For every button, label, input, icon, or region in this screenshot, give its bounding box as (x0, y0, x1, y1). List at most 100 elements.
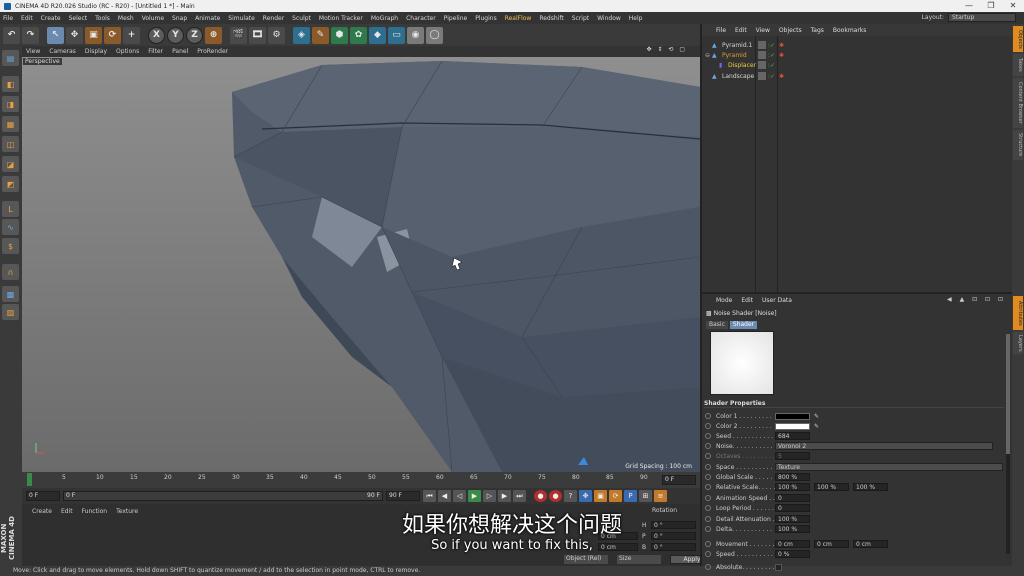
next-frame-icon[interactable]: ▷ (483, 490, 496, 502)
key-param-icon[interactable]: P (624, 490, 637, 502)
om-menu-view[interactable]: View (756, 27, 770, 34)
menu-realflow[interactable]: RealFlow (505, 15, 532, 22)
go-to-end-icon[interactable]: ⏭ (513, 490, 526, 502)
render-picture-viewer-icon[interactable]: 🎞 (249, 26, 266, 44)
visibility-icon[interactable]: :✓ (768, 62, 775, 69)
menu-snap[interactable]: Snap (172, 15, 187, 22)
lock-workplane-icon[interactable]: ▩ (2, 286, 19, 302)
om-menu-objects[interactable]: Objects (779, 27, 802, 34)
light-icon[interactable]: ◯ (426, 26, 443, 44)
menu-edit[interactable]: Edit (21, 15, 33, 22)
menu-mograph[interactable]: MoGraph (371, 15, 398, 22)
undo-icon[interactable]: ↶ (3, 26, 20, 44)
menu-window[interactable]: Window (597, 15, 621, 22)
autokey-icon[interactable]: ● (549, 490, 562, 502)
detail-attenuation-field[interactable]: 100 % (775, 515, 810, 523)
tab-objects[interactable]: Objects (1013, 26, 1023, 52)
prev-key-icon[interactable]: ◀ (438, 490, 451, 502)
pen-icon[interactable]: ✎ (312, 26, 329, 44)
om-menu-edit[interactable]: Edit (735, 27, 747, 34)
speed-field[interactable]: 0 % (775, 550, 810, 558)
deformer-icon[interactable]: ◆ (369, 26, 386, 44)
visibility-icon[interactable]: :✓ (768, 42, 775, 49)
om-menu-tags[interactable]: Tags (811, 27, 824, 34)
magnet-icon[interactable]: ∩ (2, 264, 19, 280)
attribute-nav-icons[interactable]: ◀ ▲ ⊡ ⊡ ⊡ (947, 296, 1006, 303)
tab-structure[interactable]: Structure (1013, 130, 1023, 160)
preview-range-slider[interactable]: 0 F 90 F (63, 491, 383, 501)
space-select[interactable]: Texture (775, 463, 1003, 471)
color2-swatch[interactable] (775, 422, 810, 430)
expand-icon[interactable]: ⊖ (705, 52, 710, 59)
x-axis-icon[interactable]: X (148, 26, 165, 44)
3d-viewport[interactable]: Perspective Grid Spacing : 100 cm (22, 57, 700, 472)
menu-volume[interactable]: Volume (142, 15, 164, 22)
object-row-landscape[interactable]: ▲ Landscape :✓ ✱ (702, 71, 1014, 81)
playhead[interactable] (27, 473, 32, 486)
timeline-ruler[interactable]: 0 5 10 15 20 25 30 35 40 45 50 55 60 65 … (22, 472, 700, 488)
color-picker-icon[interactable]: ✎ (814, 423, 819, 430)
relative-scale-x-field[interactable]: 100 % (775, 483, 810, 491)
rotate-icon[interactable]: ⟳ (104, 26, 121, 44)
layout-select[interactable]: Startup (948, 13, 1016, 22)
attr-menu-user-data[interactable]: User Data (762, 297, 792, 304)
viewport-menu-options[interactable]: Options (116, 48, 139, 55)
size-mode-select[interactable]: Size (617, 555, 661, 564)
menu-pipeline[interactable]: Pipeline (444, 15, 467, 22)
movement-z-field[interactable]: 0 cm (853, 540, 888, 548)
menu-motion-tracker[interactable]: Motion Tracker (319, 15, 363, 22)
om-menu-bookmarks[interactable]: Bookmarks (833, 27, 867, 34)
tab-content-browser[interactable]: Content Browser (1013, 78, 1023, 128)
prev-frame-icon[interactable]: ◁ (453, 490, 466, 502)
menu-redshift[interactable]: Redshift (539, 15, 563, 22)
workplane-icon[interactable]: ▦ (2, 116, 19, 132)
viewport-menu-display[interactable]: Display (85, 48, 107, 55)
menu-help[interactable]: Help (629, 15, 643, 22)
current-frame-field[interactable]: 0 F (662, 475, 696, 485)
floor-icon[interactable]: ▭ (388, 26, 405, 44)
octaves-field[interactable]: 5 (775, 452, 810, 460)
next-key-icon[interactable]: ▶ (498, 490, 511, 502)
menu-select[interactable]: Select (69, 15, 88, 22)
record-icon[interactable]: ● (534, 490, 547, 502)
global-scale-field[interactable]: 800 % (775, 473, 810, 481)
color-picker-icon[interactable]: ✎ (814, 413, 819, 420)
max-frame-field[interactable]: 90 F (386, 491, 420, 501)
object-row-pyramid1[interactable]: ▲ Pyramid.1 :✓ ✱ (702, 40, 1014, 50)
menu-mesh[interactable]: Mesh (118, 15, 134, 22)
maximize-button[interactable]: ❐ (980, 0, 1002, 12)
timeline-menu-icon[interactable]: ≡ (654, 490, 667, 502)
menu-plugins[interactable]: Plugins (475, 15, 497, 22)
seed-field[interactable]: 684 (775, 432, 810, 440)
key-scale-icon[interactable]: ▣ (594, 490, 607, 502)
visibility-icon[interactable]: :✓ (768, 73, 775, 80)
visibility-icon[interactable]: :✓ (768, 52, 775, 59)
menu-sculpt[interactable]: Sculpt (292, 15, 311, 22)
model-mode-icon[interactable]: ◧ (2, 76, 19, 92)
render-view-icon[interactable]: 🎬 (230, 26, 247, 44)
coordinate-system-icon[interactable]: ⊕ (205, 26, 222, 44)
planar-workplane-icon[interactable]: ▨ (2, 304, 19, 320)
menu-tools[interactable]: Tools (95, 15, 110, 22)
movement-x-field[interactable]: 0 cm (775, 540, 810, 548)
loop-period-field[interactable]: 0 (775, 504, 810, 512)
coordinate-mode-select[interactable]: Object (Rel) (564, 555, 608, 564)
menu-simulate[interactable]: Simulate (228, 15, 255, 22)
points-mode-icon[interactable]: ◫ (2, 136, 19, 152)
viewport-menu-panel[interactable]: Panel (172, 48, 188, 55)
viewport-menu-view[interactable]: View (26, 48, 40, 55)
camera-icon[interactable]: ◉ (407, 26, 424, 44)
texture-mode-icon[interactable]: ◨ (2, 96, 19, 112)
tab-basic[interactable]: Basic (706, 321, 728, 329)
snap-icon[interactable]: $ (2, 238, 19, 254)
render-settings-icon[interactable]: ⚙ (268, 26, 285, 44)
redo-icon[interactable]: ↷ (22, 26, 39, 44)
viewport-menu-cameras[interactable]: Cameras (49, 48, 76, 55)
close-button[interactable]: ✕ (1002, 0, 1024, 12)
attribute-scrollbar[interactable] (1006, 334, 1010, 554)
y-axis-icon[interactable]: Y (167, 26, 184, 44)
menu-animate[interactable]: Animate (195, 15, 220, 22)
edges-mode-icon[interactable]: ◪ (2, 156, 19, 172)
add-icon[interactable]: + (123, 26, 140, 44)
minimize-button[interactable]: — (958, 0, 980, 12)
